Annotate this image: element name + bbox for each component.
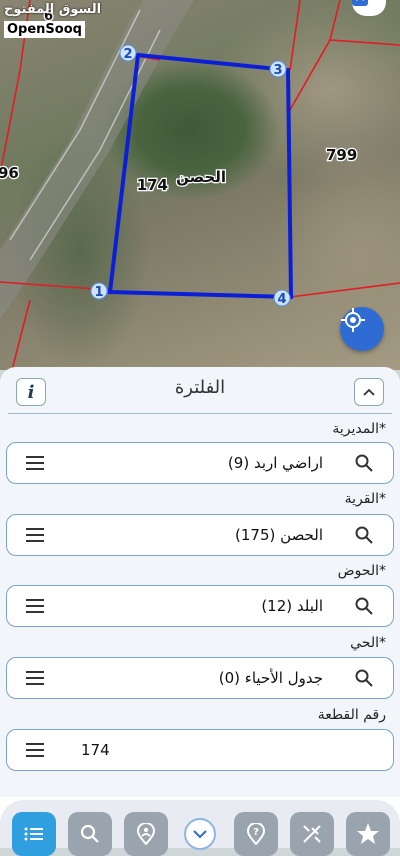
menu-icon — [26, 599, 44, 613]
menu-icon — [26, 671, 44, 685]
filter-panel: i الفلترة المديرية* اراضي اربد (9) القري… — [0, 367, 400, 797]
my-location-button[interactable] — [340, 307, 384, 351]
vertex-1: 1 — [94, 285, 103, 300]
directorate-value: اراضي اربد (9) — [227, 454, 323, 472]
search-icon — [80, 824, 99, 843]
expand-toggle-button[interactable] — [184, 818, 216, 850]
vertex-4: 4 — [277, 292, 286, 307]
neighbor-parcel-number: 799 — [326, 146, 357, 164]
field-label-basin: الحوض* — [337, 563, 386, 579]
help-pin-icon: ? — [246, 823, 266, 845]
parcel-area-label: الحصن — [176, 168, 226, 186]
filter-panel-header: i الفلترة — [0, 367, 400, 413]
parcel-number-label: 174 — [137, 176, 168, 194]
field-label-parcel-number: رقم القطعة — [317, 707, 386, 723]
search-button[interactable] — [68, 812, 112, 856]
location-person-button[interactable] — [124, 812, 168, 856]
list-button[interactable] — [12, 812, 56, 856]
header-divider — [8, 413, 392, 414]
satellite-map[interactable]: 1 2 3 4 الحصن 174 799 96 6 السوق المفتوح… — [0, 0, 400, 370]
location-person-icon — [136, 823, 156, 845]
svg-text:?: ? — [253, 827, 259, 838]
list-icon — [24, 827, 43, 841]
star-icon — [357, 823, 379, 844]
menu-icon — [26, 456, 44, 470]
field-label-village: القرية* — [344, 491, 386, 507]
measure-button[interactable] — [290, 812, 334, 856]
field-label-neighborhood: الحي* — [350, 635, 386, 651]
chevron-up-icon — [363, 388, 375, 396]
vertex-3: 3 — [273, 63, 282, 78]
neighborhood-value: جدول الأحياء (0) — [218, 669, 323, 687]
filter-panel-title: الفلترة — [174, 377, 226, 398]
collapse-button[interactable] — [354, 378, 384, 406]
village-select[interactable]: الحصن (175) — [6, 514, 394, 556]
watermark-arabic: السوق المفتوح — [4, 2, 102, 17]
search-icon[interactable] — [355, 597, 373, 615]
neighborhood-select[interactable]: جدول الأحياء (0) — [6, 657, 394, 699]
chevron-down-icon — [193, 829, 207, 838]
favorites-button[interactable] — [346, 812, 390, 856]
field-label-directorate: المديرية* — [332, 421, 386, 437]
measure-icon — [303, 825, 321, 843]
neighbor-parcel-left: 96 — [0, 164, 19, 182]
navigation-arrow-icon — [352, 0, 368, 6]
watermark-brand: OpenSooq — [4, 21, 85, 38]
opensooq-watermark: السوق المفتوح OpenSooq — [4, 2, 101, 38]
parcel-number-input[interactable]: 174 — [6, 729, 394, 771]
search-icon[interactable] — [355, 526, 373, 544]
vertex-2: 2 — [123, 47, 132, 62]
help-pin-button[interactable]: ? — [234, 812, 278, 856]
village-value: الحصن (175) — [235, 526, 323, 544]
basin-select[interactable]: البلد (12) — [6, 585, 394, 627]
crosshair-icon — [341, 308, 365, 332]
menu-icon — [26, 743, 44, 757]
parcel-number-value: 174 — [81, 741, 110, 759]
menu-icon — [26, 528, 44, 542]
basin-value: البلد (12) — [261, 597, 323, 615]
search-icon[interactable] — [355, 454, 373, 472]
directorate-select[interactable]: اراضي اربد (9) — [6, 442, 394, 484]
search-icon[interactable] — [355, 669, 373, 687]
